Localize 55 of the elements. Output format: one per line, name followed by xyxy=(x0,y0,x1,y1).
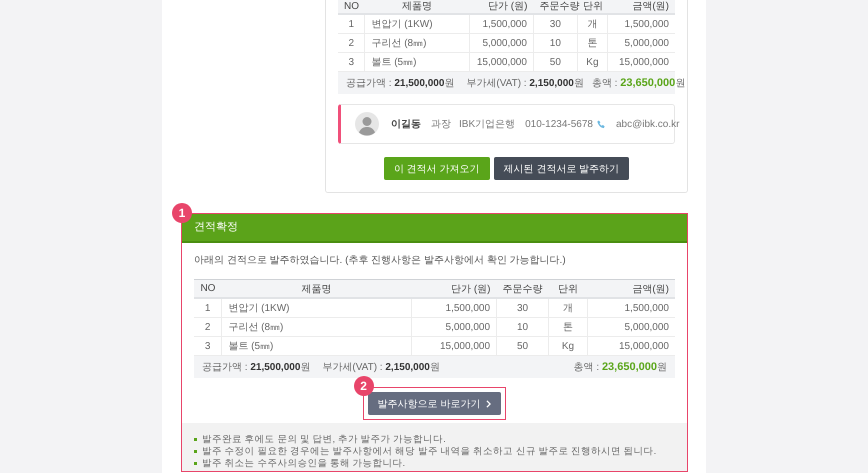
supply-amount: 공급가액 : 21,500,000원 xyxy=(202,361,310,374)
table-cell: 변압기 (1KW) xyxy=(222,298,412,318)
contact-name: 이길동 xyxy=(391,118,421,131)
column-header: NO xyxy=(338,0,365,14)
contact-email: abc@ibk.co.kr xyxy=(616,118,680,130)
column-header: 단위 xyxy=(548,280,588,298)
column-header: NO xyxy=(194,280,222,298)
table-cell: 구리선 (8㎜) xyxy=(222,318,412,336)
table-cell: 2 xyxy=(194,318,222,336)
table-cell: 2 xyxy=(338,34,365,52)
contact-phone: 010-1234-5678 xyxy=(525,118,593,130)
column-header: 제품명 xyxy=(222,280,412,298)
vat-amount: 부가세(VAT) : 2,150,000원 xyxy=(322,361,440,374)
column-header: 금액(원) xyxy=(608,0,675,14)
action-button[interactable]: 제시된 견적서로 발주하기 xyxy=(494,157,630,180)
table-cell: 1 xyxy=(194,298,222,318)
table-cell: 5,000,000 xyxy=(608,34,675,52)
table-cell: 10 xyxy=(496,318,548,336)
vat-amount: 부가세(VAT) : 2,150,000원 xyxy=(466,77,584,90)
table-cell: 1 xyxy=(338,14,365,34)
contact-company: IBK기업은행 xyxy=(459,118,516,131)
note-text: 발주 수정이 필요한 경우에는 발주사항에서 해당 발주 내역을 취소하고 신규 발주로 진행하시면 됩니다. xyxy=(202,444,656,458)
column-header: 제품명 xyxy=(364,0,470,14)
total-amount: 총액 : 23,650,000원 xyxy=(572,360,667,374)
column-header: 단가 (원) xyxy=(469,0,534,14)
table-cell: 개 xyxy=(577,14,608,34)
column-header: 단가 (원) xyxy=(411,280,497,298)
table-cell: 구리선 (8㎜) xyxy=(364,34,470,52)
go-to-orders-button[interactable]: 발주사항으로 바로가기 xyxy=(368,392,502,415)
supply-amount: 공급가액 : 21,500,000원 xyxy=(346,77,454,90)
column-header: 금액(원) xyxy=(587,280,675,298)
table-cell: 톤 xyxy=(577,34,608,52)
column-header: 주문수량 xyxy=(496,280,548,298)
step-badge: 1 xyxy=(172,203,192,223)
table-cell: 1,500,000 xyxy=(608,14,675,34)
table-cell: 1,500,000 xyxy=(411,298,497,318)
table-cell: 10 xyxy=(533,34,578,52)
action-button[interactable]: 이 견적서 가져오기 xyxy=(384,157,490,180)
confirmation-message: 아래의 견적으로 발주하였습니다. (추후 진행사항은 발주사항에서 확인 가능합니다.) xyxy=(194,254,567,267)
table-cell: 톤 xyxy=(548,318,588,336)
note-text: 발주완료 후에도 문의 및 답변, 추가 발주가 가능합니다. xyxy=(202,432,446,446)
step-badge: 2 xyxy=(354,376,374,396)
table-cell: 5,000,000 xyxy=(587,318,675,336)
table-cell: 개 xyxy=(548,298,588,318)
contact-position: 과장 xyxy=(431,118,451,131)
table-cell: 30 xyxy=(496,298,548,318)
table-cell: 변압기 (1KW) xyxy=(364,14,470,34)
table-cell: 1,500,000 xyxy=(469,14,534,34)
note-text: 발주 취소는 수주사의승인을 통해 가능합니다. xyxy=(202,456,406,470)
column-header: 주문수량 xyxy=(533,0,578,14)
table-cell: 5,000,000 xyxy=(411,318,497,336)
table-cell: 30 xyxy=(533,14,578,34)
table-cell: 1,500,000 xyxy=(587,298,675,318)
total-amount: 총액 : 23,650,000원 xyxy=(590,76,686,90)
table-cell: 5,000,000 xyxy=(469,34,534,52)
